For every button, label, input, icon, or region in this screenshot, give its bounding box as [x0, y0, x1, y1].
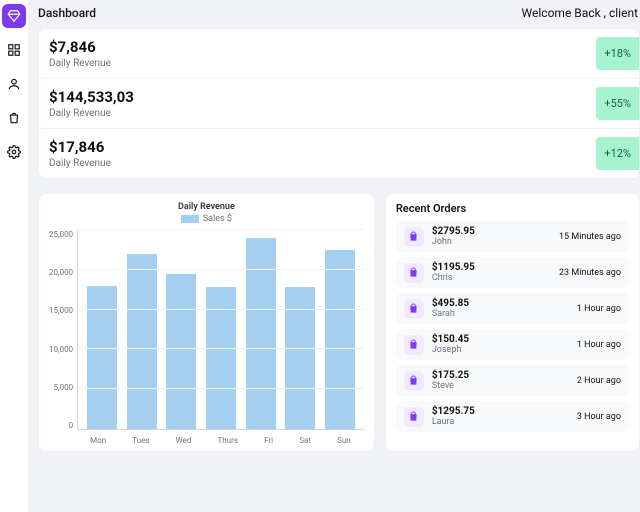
y-tick: 5,000 [49, 383, 73, 392]
kpi-delta-badge: +55% [596, 87, 639, 120]
order-time: 1 Hour ago [577, 304, 621, 314]
y-tick: 15,000 [49, 306, 73, 315]
nav-orders[interactable] [2, 106, 26, 130]
bag-icon [7, 111, 21, 125]
chart-title: Daily Revenue [49, 202, 364, 212]
order-name: John [432, 237, 551, 247]
bag-icon [404, 263, 424, 283]
orders-title: Recent Orders [396, 202, 629, 215]
bag-icon [404, 227, 424, 247]
y-tick: 20,000 [49, 268, 73, 277]
x-tick: Sat [299, 436, 311, 445]
kpi-label: Daily Revenue [49, 58, 111, 69]
order-row[interactable]: $1295.75Laura 3 Hour ago [396, 401, 629, 432]
order-row[interactable]: $495.85Sarah 1 Hour ago [396, 293, 629, 324]
header: Dashboard Welcome Back , client [38, 6, 640, 28]
main-content: Dashboard Welcome Back , client $7,846 D… [28, 0, 640, 512]
kpi-delta-badge: +12% [596, 137, 639, 170]
nav-apps[interactable] [2, 38, 26, 62]
order-time: 1 Hour ago [577, 340, 621, 350]
order-name: Joseph [432, 345, 569, 355]
gear-icon [7, 145, 21, 159]
order-name: Laura [432, 417, 569, 427]
nav-dashboard[interactable] [2, 4, 26, 28]
order-time: 2 Hour ago [577, 376, 621, 386]
order-name: Steve [432, 381, 569, 391]
orders-list: $2795.95John 15 Minutes ago $1195.95Chris 2… [396, 221, 629, 432]
order-amount: $150.45 [432, 334, 569, 345]
page-title: Dashboard [38, 6, 96, 20]
nav-settings[interactable] [2, 140, 26, 164]
bag-icon [404, 371, 424, 391]
order-amount: $1195.95 [432, 262, 551, 273]
revenue-chart-card: Daily Revenue Sales $ 25,000 20,000 15,0… [38, 193, 375, 452]
y-tick: 25,000 [49, 230, 73, 239]
chart-bar [127, 254, 157, 429]
kpi-value: $7,846 [49, 38, 111, 56]
chart-bar [325, 250, 355, 429]
chart-legend: Sales $ [49, 214, 364, 224]
order-name: Sarah [432, 309, 569, 319]
order-amount: $495.85 [432, 298, 569, 309]
order-row[interactable]: $2795.95John 15 Minutes ago [396, 221, 629, 252]
user-icon [7, 77, 21, 91]
order-amount: $175.25 [432, 370, 569, 381]
y-tick: 10,000 [49, 345, 73, 354]
x-tick: Tues [132, 436, 149, 445]
order-row[interactable]: $175.25Steve 2 Hour ago [396, 365, 629, 396]
order-amount: $1295.75 [432, 406, 569, 417]
x-tick: Thurs [218, 436, 238, 445]
x-tick: Fri [264, 436, 273, 445]
x-tick: Wed [176, 436, 192, 445]
order-name: Chris [432, 273, 551, 283]
order-row[interactable]: $150.45Joseph 1 Hour ago [396, 329, 629, 360]
y-tick: 0 [49, 421, 73, 430]
bag-icon [404, 299, 424, 319]
kpi-value: $17,846 [49, 138, 111, 156]
order-amount: $2795.95 [432, 226, 551, 237]
x-tick: Mon [90, 436, 106, 445]
x-tick: Sun [337, 436, 351, 445]
kpi-value: $144,533,03 [49, 88, 134, 106]
chart-x-axis: Mon Tues Wed Thurs Fri Sat Sun [77, 430, 364, 445]
kpi-stack: $7,846 Daily Revenue +18% $144,533,03 Da… [38, 28, 640, 179]
grid-icon [7, 43, 21, 57]
order-row[interactable]: $1195.95Chris 23 Minutes ago [396, 257, 629, 288]
order-time: 3 Hour ago [577, 412, 621, 422]
recent-orders-card: Recent Orders $2795.95John 15 Minutes ago… [385, 193, 640, 452]
order-time: 23 Minutes ago [559, 268, 621, 278]
gem-icon [7, 9, 21, 23]
welcome-text: Welcome Back , client [522, 6, 638, 20]
kpi-card: $7,846 Daily Revenue +18% [39, 29, 639, 79]
chart-bar [87, 286, 117, 429]
bag-icon [404, 335, 424, 355]
kpi-card: $17,846 Daily Revenue +12% [39, 129, 639, 178]
chart-plot [77, 230, 364, 430]
chart-bar [246, 238, 276, 429]
order-time: 15 Minutes ago [559, 232, 621, 242]
chart-bar [166, 274, 196, 429]
legend-label: Sales $ [203, 214, 232, 224]
kpi-card: $144,533,03 Daily Revenue +55% [39, 79, 639, 129]
kpi-label: Daily Revenue [49, 158, 111, 169]
bag-icon [404, 407, 424, 427]
kpi-delta-badge: +18% [596, 37, 639, 70]
legend-swatch [181, 215, 199, 223]
chart-y-axis: 25,000 20,000 15,000 10,000 5,000 0 [49, 230, 73, 430]
kpi-label: Daily Revenue [49, 108, 134, 119]
sidebar [0, 0, 28, 512]
nav-users[interactable] [2, 72, 26, 96]
